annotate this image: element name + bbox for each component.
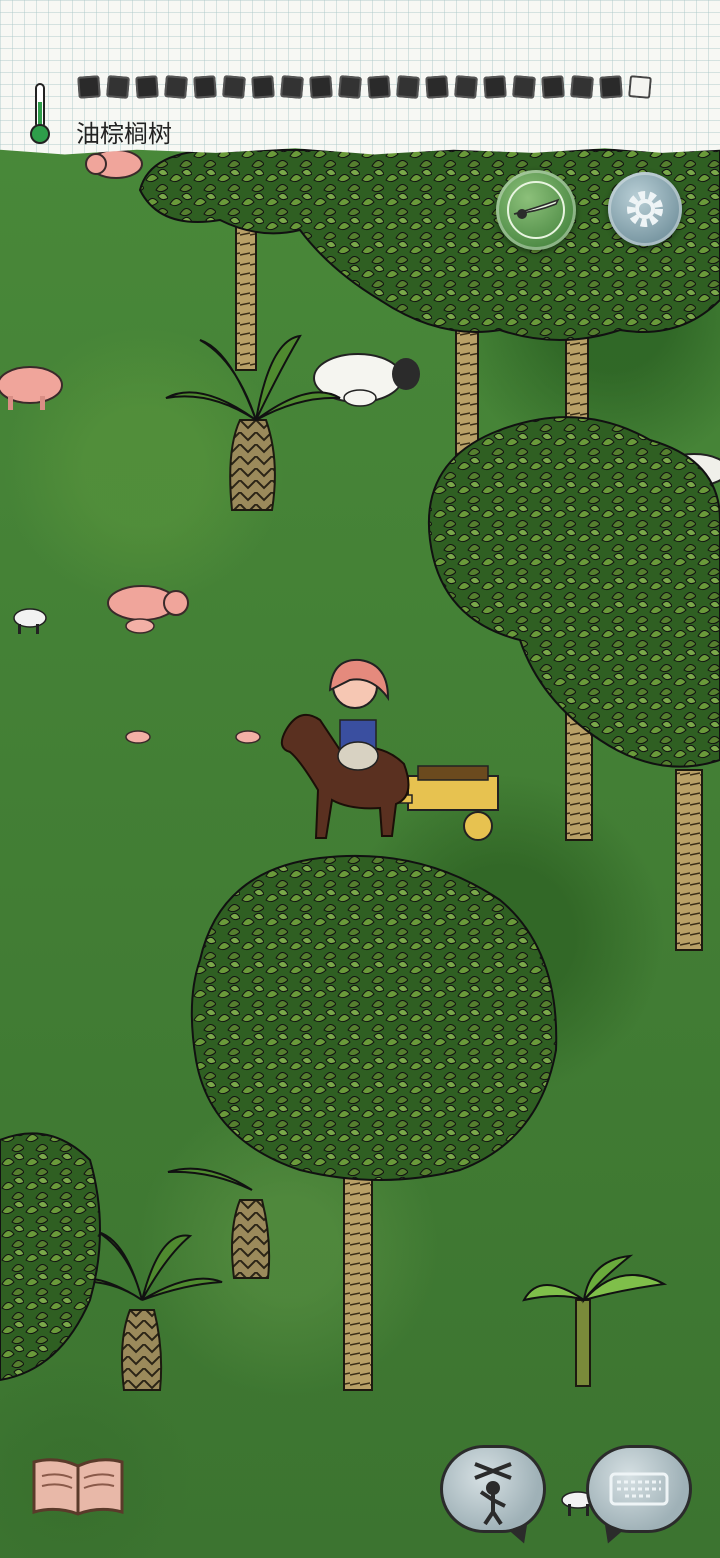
food-pip <box>396 75 420 99</box>
food-pip <box>77 75 101 99</box>
piglet[interactable] <box>235 730 261 744</box>
pig[interactable] <box>0 366 63 410</box>
cart <box>407 775 499 811</box>
gear-icon <box>627 191 663 227</box>
emote-button[interactable] <box>440 1445 546 1533</box>
food-pip <box>251 75 275 99</box>
thermometer-icon <box>30 83 50 144</box>
keyboard-icon <box>609 1472 669 1506</box>
food-pip <box>454 75 478 99</box>
food-pip <box>367 75 391 99</box>
pig[interactable] <box>107 585 189 634</box>
tree-canopy[interactable] <box>427 416 720 768</box>
food-pip <box>309 75 333 99</box>
tree-trunk <box>343 1159 373 1391</box>
banana-plant[interactable] <box>522 1254 668 1387</box>
food-pip <box>135 75 159 99</box>
food-pip-empty <box>628 75 652 99</box>
cart-wheel <box>463 811 493 841</box>
food-pip <box>570 75 594 99</box>
food-pip <box>599 75 623 99</box>
food-pip <box>222 75 246 99</box>
food-pip <box>541 75 565 99</box>
status-bar: 油棕榈树 <box>0 0 720 155</box>
piglet[interactable] <box>125 730 151 744</box>
chat-keyboard-button[interactable] <box>586 1445 692 1533</box>
compass-button[interactable] <box>496 170 576 250</box>
food-pip <box>483 75 507 99</box>
player-on-horse[interactable] <box>280 658 499 841</box>
food-pip <box>164 75 188 99</box>
book-icon <box>32 1458 124 1516</box>
tree-canopy[interactable] <box>0 1132 101 1382</box>
food-pip <box>425 75 449 99</box>
recipe-book-button[interactable] <box>30 1452 126 1518</box>
food-pip <box>193 75 217 99</box>
oil-palm-tree[interactable] <box>167 1167 271 1279</box>
food-pip <box>280 75 304 99</box>
food-pip <box>106 75 130 99</box>
settings-button[interactable] <box>608 172 682 246</box>
compass-icon <box>507 181 565 239</box>
tree-canopy[interactable] <box>190 854 558 1181</box>
food-pip <box>512 75 536 99</box>
pig[interactable] <box>85 149 143 179</box>
hovered-object-name: 油棕榈树 <box>76 120 172 148</box>
food-pip <box>338 75 362 99</box>
lamb[interactable] <box>13 608 47 634</box>
puppet-icon <box>474 1462 512 1526</box>
food-meter <box>77 75 652 99</box>
tree-trunk <box>675 769 703 951</box>
